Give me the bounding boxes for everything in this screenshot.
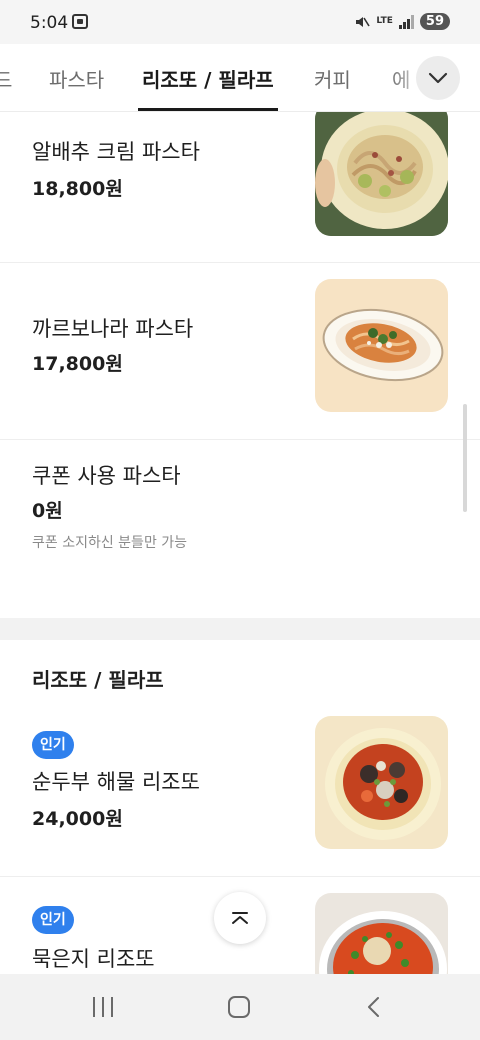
menu-item-image	[315, 716, 448, 849]
menu-item-description: 쿠폰 소지하신 분들만 가능	[32, 535, 188, 551]
scrollbar[interactable]	[463, 404, 467, 512]
menu-item[interactable]: 쿠폰 사용 파스타 0원 쿠폰 소지하신 분들만 가능	[0, 440, 480, 618]
battery-indicator: 59	[419, 13, 450, 30]
signal-icon	[398, 14, 414, 29]
menu-item[interactable]: 알배추 크림 파스타 18,800원	[0, 112, 480, 262]
menu-item-price: 17,800원	[32, 353, 123, 375]
menu-item-name: 까르보나라 파스타	[32, 317, 194, 341]
tab-pasta[interactable]: 파스타	[49, 64, 104, 93]
status-bar: 5:04 LTE 59	[0, 0, 480, 44]
screen-capture-icon	[72, 14, 88, 29]
chevron-down-icon	[428, 72, 448, 84]
menu-item-name: 순두부 해물 리조또	[32, 770, 200, 794]
tab-more-button[interactable]	[416, 56, 460, 100]
section-separator	[0, 618, 480, 640]
menu-item-image	[315, 893, 448, 974]
section-title: 리조또 / 필라프	[32, 668, 164, 692]
popular-badge: 인기	[32, 906, 74, 934]
menu-item-image	[315, 279, 448, 412]
menu-item-name: 쿠폰 사용 파스타	[32, 464, 181, 488]
back-icon[interactable]	[366, 996, 380, 1022]
tab-coffee[interactable]: 커피	[314, 64, 351, 93]
menu-list[interactable]: 알배추 크림 파스타 18,800원 까르보나라 파스타 17,800원 쿠폰 …	[0, 112, 480, 974]
menu-item-price: 0원	[32, 500, 63, 522]
menu-item-price: 24,000원	[32, 808, 123, 830]
scroll-to-top-button[interactable]	[214, 892, 266, 944]
home-icon[interactable]	[228, 996, 250, 1018]
menu-item-price: 18,800원	[32, 178, 123, 200]
network-type: LTE	[376, 16, 393, 26]
menu-item[interactable]: 까르보나라 파스타 17,800원	[0, 263, 480, 439]
chevron-up-icon	[232, 912, 248, 924]
menu-item-image	[315, 112, 448, 236]
status-time: 5:04	[30, 13, 69, 33]
menu-item-name: 알배추 크림 파스타	[32, 140, 200, 164]
mute-icon	[356, 16, 371, 27]
category-tab-bar: 드 파스타 리조또 / 필라프 커피 에	[0, 44, 480, 112]
popular-badge: 인기	[32, 731, 74, 759]
recents-icon[interactable]	[93, 997, 113, 1017]
system-nav-bar	[0, 974, 480, 1040]
status-indicators: LTE 59	[354, 13, 450, 30]
menu-item-name: 묵은지 리조또	[32, 947, 155, 971]
menu-item[interactable]: 인기 순두부 해물 리조또 24,000원	[0, 702, 480, 876]
tab-partial-left[interactable]: 드	[0, 64, 12, 93]
active-tab-indicator	[138, 108, 278, 111]
tab-risotto-pilaf[interactable]: 리조또 / 필라프	[142, 64, 274, 93]
